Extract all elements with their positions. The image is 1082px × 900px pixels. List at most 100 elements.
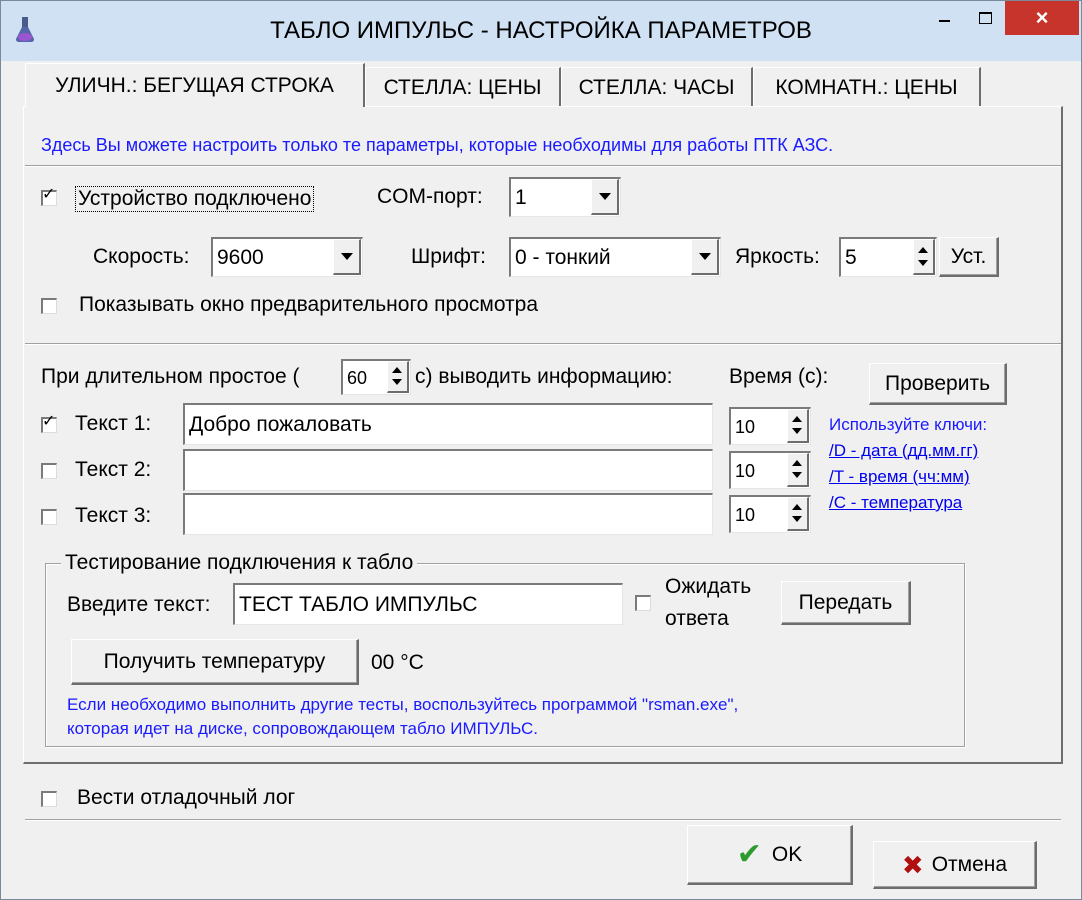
text1-time-spinner[interactable] bbox=[787, 409, 809, 443]
tab-stella-clock[interactable]: СТЕЛЛА: ЧАСЫ bbox=[561, 67, 753, 107]
com-port-value: 1 bbox=[515, 186, 527, 209]
cancel-button[interactable]: ✖ Отмена bbox=[873, 841, 1037, 889]
spin-up-icon bbox=[392, 367, 402, 373]
test-note-2: которая идет на диске, сопровождающем та… bbox=[67, 719, 539, 738]
time-label: Время (с): bbox=[729, 365, 829, 388]
spin-up-icon bbox=[792, 416, 802, 422]
check-button-label: Проверить bbox=[884, 371, 991, 395]
maximize-button[interactable] bbox=[965, 1, 1005, 35]
chevron-down-icon bbox=[698, 253, 711, 260]
checkmark-icon: ✓ bbox=[42, 186, 56, 203]
font-label: Шрифт: bbox=[411, 245, 486, 268]
text1-time-value: 10 bbox=[735, 416, 756, 437]
text2-input[interactable] bbox=[183, 449, 713, 491]
idle-suffix-label: с) выводить информацию: bbox=[415, 365, 673, 388]
speed-label: Скорость: bbox=[93, 245, 190, 268]
wait-response-label-2[interactable]: ответа bbox=[665, 607, 729, 631]
text2-checkbox[interactable] bbox=[41, 463, 57, 479]
ok-label: OK bbox=[771, 842, 803, 866]
test-text-input[interactable]: ТЕСТ ТАБЛО ИМПУЛЬС bbox=[233, 583, 623, 625]
brightness-label: Яркость: bbox=[735, 245, 820, 268]
divider bbox=[25, 165, 1061, 167]
minimize-icon bbox=[938, 20, 950, 22]
get-temperature-button[interactable]: Получить температуру bbox=[71, 639, 359, 685]
settings-window: ТАБЛО ИМПУЛЬС - НАСТРОЙКА ПАРАМЕТРОВ × У… bbox=[0, 0, 1082, 900]
tab-label: УЛИЧН.: БЕГУЩАЯ СТРОКА bbox=[55, 73, 334, 97]
send-button[interactable]: Передать bbox=[781, 581, 911, 625]
key-time-link[interactable]: /T - время (чч:мм) bbox=[829, 467, 970, 487]
idle-seconds-spinner[interactable] bbox=[387, 361, 409, 393]
device-connected-checkbox[interactable]: ✓ bbox=[41, 186, 57, 206]
font-dropdown-button[interactable] bbox=[691, 239, 719, 275]
text3-label[interactable]: Текст 3: bbox=[75, 504, 151, 528]
checkmark-icon: ✔ bbox=[736, 837, 762, 871]
tab-street-running-line[interactable]: УЛИЧН.: БЕГУЩАЯ СТРОКА bbox=[25, 63, 365, 107]
window-title: ТАБЛО ИМПУЛЬС - НАСТРОЙКА ПАРАМЕТРОВ bbox=[270, 17, 812, 44]
spin-up-icon bbox=[918, 247, 928, 253]
spin-down-icon bbox=[918, 260, 928, 266]
test-input-label: Введите текст: bbox=[67, 593, 211, 616]
text1-checkbox[interactable]: ✓ bbox=[41, 413, 57, 433]
text1-label[interactable]: Текст 1: bbox=[75, 412, 151, 436]
set-brightness-button[interactable]: Уст. bbox=[939, 237, 999, 277]
tab-stella-prices[interactable]: СТЕЛЛА: ЦЕНЫ bbox=[365, 67, 561, 107]
text1-value: Добро пожаловать bbox=[189, 413, 372, 436]
ok-button[interactable]: ✔ OK bbox=[687, 825, 853, 885]
keys-title: Используйте ключи: bbox=[829, 415, 988, 434]
preview-checkbox[interactable] bbox=[41, 298, 57, 314]
spin-up-icon bbox=[792, 460, 802, 466]
text3-input[interactable] bbox=[183, 493, 713, 535]
spin-up-icon bbox=[792, 504, 802, 510]
text1-input[interactable]: Добро пожаловать bbox=[183, 403, 713, 445]
font-value: 0 - тонкий bbox=[515, 246, 611, 269]
text2-time-spinner[interactable] bbox=[787, 453, 809, 487]
spin-down-icon bbox=[792, 516, 802, 522]
spin-down-icon bbox=[792, 472, 802, 478]
tab-room-prices[interactable]: КОМНАТН.: ЦЕНЫ bbox=[753, 67, 981, 107]
check-button[interactable]: Проверить bbox=[869, 363, 1007, 405]
spin-down-icon bbox=[392, 379, 402, 385]
test-group-title: Тестирование подключения к табло bbox=[61, 551, 418, 575]
wait-response-label-1[interactable]: Ожидать bbox=[665, 575, 751, 599]
get-temperature-label: Получить температуру bbox=[103, 649, 326, 673]
temperature-value: 00 °C bbox=[371, 651, 424, 674]
tab-label: СТЕЛЛА: ЦЕНЫ bbox=[383, 75, 542, 99]
close-icon: × bbox=[1035, 5, 1049, 30]
tab-label: КОМНАТН.: ЦЕНЫ bbox=[775, 75, 958, 99]
font-select[interactable]: 0 - тонкий bbox=[509, 237, 721, 277]
text3-time-value: 10 bbox=[735, 504, 756, 525]
text2-label[interactable]: Текст 2: bbox=[75, 458, 151, 482]
divider bbox=[25, 819, 1061, 821]
device-connected-label[interactable]: Устройство подключено bbox=[75, 186, 315, 212]
text2-time-value: 10 bbox=[735, 460, 756, 481]
speed-dropdown-button[interactable] bbox=[333, 239, 361, 275]
chevron-down-icon bbox=[598, 193, 611, 200]
brightness-spinner[interactable] bbox=[913, 239, 935, 275]
test-note-1: Если необходимо выполнить другие тесты, … bbox=[67, 695, 739, 714]
set-button-label: Уст. bbox=[950, 244, 987, 268]
preview-label[interactable]: Показывать окно предварительного просмот… bbox=[79, 293, 538, 317]
key-date-link[interactable]: /D - дата (дд.мм.гг) bbox=[829, 441, 978, 461]
speed-value: 9600 bbox=[217, 246, 264, 269]
idle-prefix-label: При длительном простое ( bbox=[41, 365, 300, 388]
wait-response-checkbox[interactable] bbox=[635, 595, 651, 611]
text3-checkbox[interactable] bbox=[41, 509, 57, 525]
send-button-label: Передать bbox=[798, 590, 893, 614]
brightness-value: 5 bbox=[845, 246, 857, 269]
text3-time-spinner[interactable] bbox=[787, 497, 809, 531]
idle-seconds-value: 60 bbox=[347, 367, 368, 388]
debug-log-label[interactable]: Вести отладочный лог bbox=[77, 786, 295, 810]
minimize-button[interactable] bbox=[921, 1, 967, 35]
com-port-dropdown-button[interactable] bbox=[591, 179, 619, 215]
title-bar[interactable]: ТАБЛО ИМПУЛЬС - НАСТРОЙКА ПАРАМЕТРОВ × bbox=[1, 1, 1081, 61]
cancel-label: Отмена bbox=[931, 852, 1008, 876]
com-port-label: COM-порт: bbox=[377, 185, 483, 208]
debug-log-checkbox[interactable] bbox=[41, 791, 57, 807]
key-temp-link[interactable]: /C - температура bbox=[829, 493, 962, 513]
spin-down-icon bbox=[792, 428, 802, 434]
divider bbox=[25, 343, 1061, 345]
close-icon: ✖ bbox=[901, 849, 924, 880]
info-text: Здесь Вы можете настроить только те пара… bbox=[41, 135, 834, 155]
checkmark-icon: ✓ bbox=[42, 413, 56, 430]
close-button[interactable]: × bbox=[1005, 1, 1079, 35]
